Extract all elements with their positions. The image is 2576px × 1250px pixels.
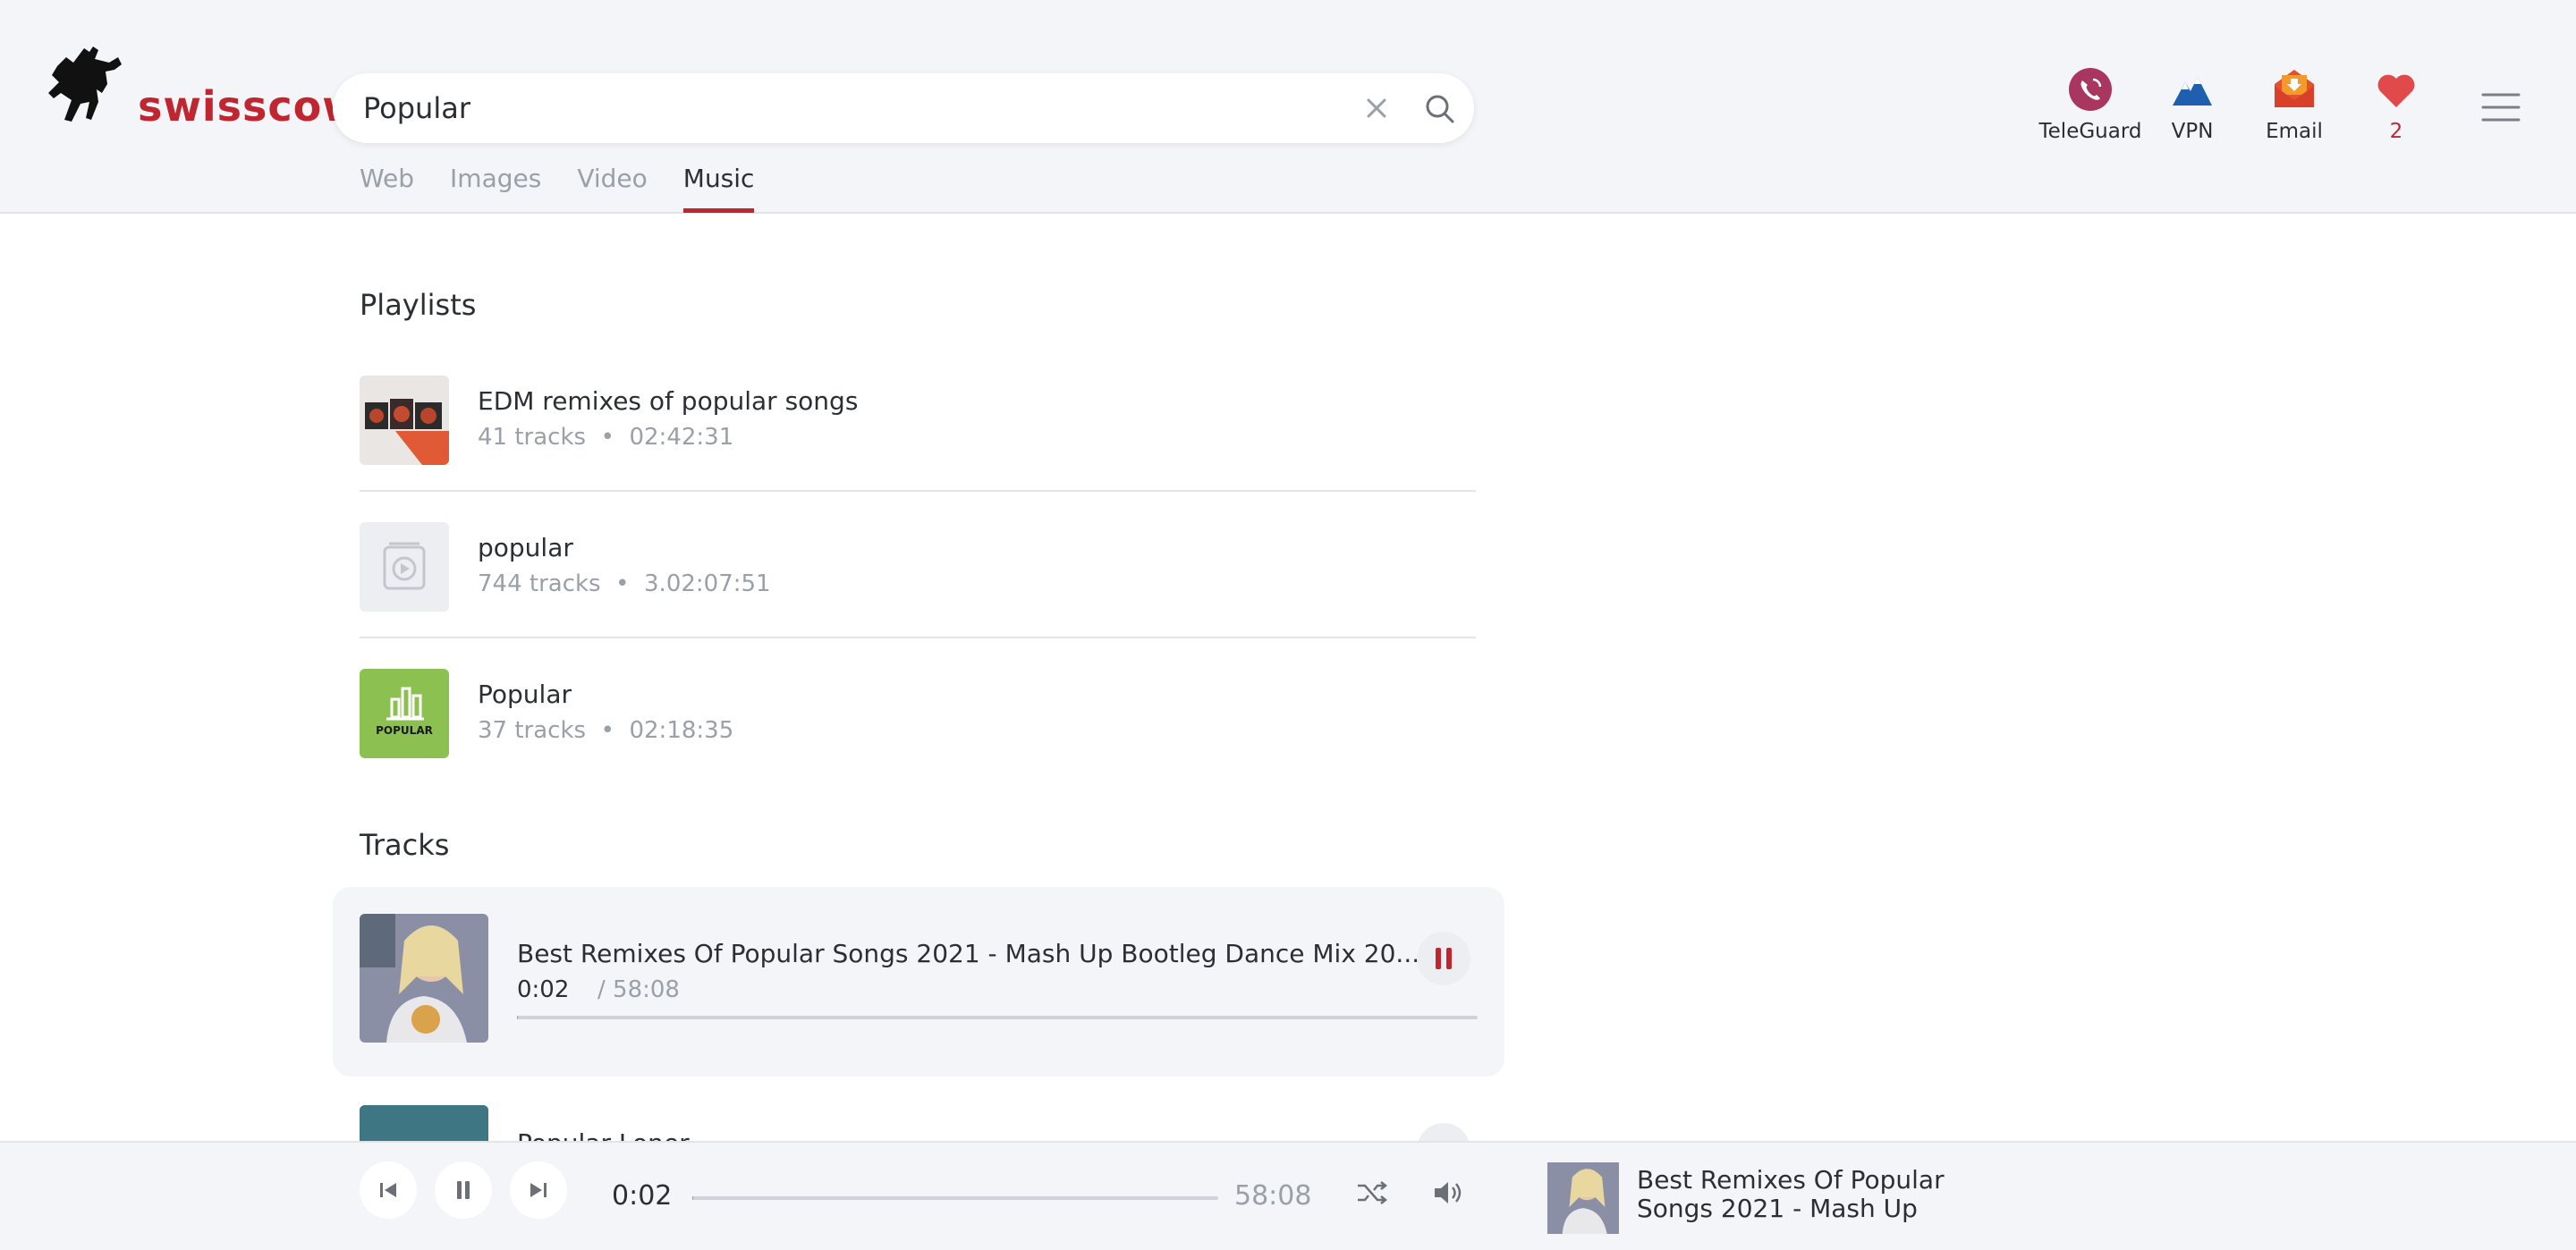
tracks-heading: Tracks <box>360 828 450 862</box>
vpn-label: VPN <box>2171 120 2214 143</box>
hamburger-menu-icon[interactable] <box>2481 89 2521 125</box>
next-button[interactable] <box>510 1161 567 1219</box>
playlist-name: Popular <box>478 680 572 709</box>
favorites-link[interactable]: 2 <box>2345 66 2447 143</box>
track-duration: / 58:08 <box>597 976 680 1003</box>
shuffle-icon[interactable] <box>1354 1175 1390 1211</box>
teleguard-icon <box>2069 68 2112 111</box>
search-tabs: Web Images Video Music <box>360 161 754 213</box>
email-label: Email <box>2266 120 2323 143</box>
pause-icon <box>457 1181 470 1199</box>
player-duration: 58:08 <box>1234 1180 1312 1212</box>
playlist-item[interactable]: EDM remixes of popular songs 41 tracks •… <box>360 345 1476 492</box>
popular-cover-text: POPULAR <box>376 724 433 737</box>
playlist-cover: POPULAR <box>360 669 449 758</box>
cow-logo-icon <box>48 46 122 122</box>
tab-images[interactable]: Images <box>450 161 541 213</box>
teleguard-label: TeleGuard <box>2038 120 2142 143</box>
now-playing-cover[interactable] <box>1547 1162 1619 1234</box>
header-links: TeleGuard VPN Email 2 <box>2039 66 2447 143</box>
now-playing-title[interactable]: Best Remixes Of Popular Songs 2021 - Mas… <box>1637 1166 1959 1223</box>
tab-video[interactable]: Video <box>577 161 647 213</box>
track-cover <box>360 914 488 1043</box>
tab-web[interactable]: Web <box>360 161 414 213</box>
player-current-time: 0:02 <box>612 1180 673 1212</box>
track-pause-button[interactable] <box>1417 932 1470 985</box>
playlist-meta: 41 tracks • 02:42:31 <box>478 424 734 451</box>
teleguard-link[interactable]: TeleGuard <box>2038 66 2142 143</box>
search-input[interactable] <box>363 86 1329 131</box>
favorites-count: 2 <box>2389 120 2403 143</box>
skip-next-icon <box>530 1183 547 1197</box>
tab-music[interactable]: Music <box>682 161 754 213</box>
track-item[interactable]: Best Remixes Of Popular Songs 2021 - Mas… <box>333 887 1504 1077</box>
email-link[interactable]: Email <box>2243 66 2345 143</box>
volume-icon[interactable] <box>1429 1175 1465 1211</box>
email-icon <box>2275 70 2314 107</box>
playlist-cover <box>360 376 449 465</box>
playlist-cover <box>360 522 449 612</box>
player-seek-bar[interactable] <box>692 1196 1218 1200</box>
playlist-name: popular <box>478 533 573 562</box>
header: swisscows Web Images Video Music TeleGua… <box>0 0 2576 214</box>
playlist-meta: 37 tracks • 02:18:35 <box>478 717 734 744</box>
search-box <box>333 73 1474 143</box>
heart-icon <box>2377 74 2415 107</box>
skip-previous-icon <box>380 1183 396 1197</box>
vpn-link[interactable]: VPN <box>2141 66 2243 143</box>
bar-chart-icon <box>386 687 424 721</box>
playlists-heading: Playlists <box>360 288 477 322</box>
playlist-item[interactable]: popular 744 tracks • 3.02:07:51 <box>360 492 1476 638</box>
track-title: Best Remixes Of Popular Songs 2021 - Mas… <box>517 939 1420 968</box>
playlist-meta: 744 tracks • 3.02:07:51 <box>478 570 771 597</box>
playlist-name: EDM remixes of popular songs <box>478 386 859 416</box>
track-progress-bar[interactable] <box>517 1016 1478 1019</box>
playlist-item[interactable]: POPULAR Popular 37 tracks • 02:18:35 <box>360 638 1476 785</box>
search-icon[interactable] <box>1422 91 1458 127</box>
swisscows-logo[interactable]: swisscows <box>39 39 386 138</box>
clear-search-icon[interactable] <box>1360 91 1394 125</box>
previous-button[interactable] <box>360 1161 417 1219</box>
track-current-time: 0:02 <box>517 976 570 1003</box>
player-bar: 0:02 58:08 Best Remixes Of Popular Songs… <box>0 1141 2576 1250</box>
vpn-icon <box>2173 77 2212 106</box>
pause-icon <box>1436 948 1452 969</box>
play-pause-button[interactable] <box>435 1161 492 1219</box>
playlist-placeholder-icon <box>360 522 449 612</box>
